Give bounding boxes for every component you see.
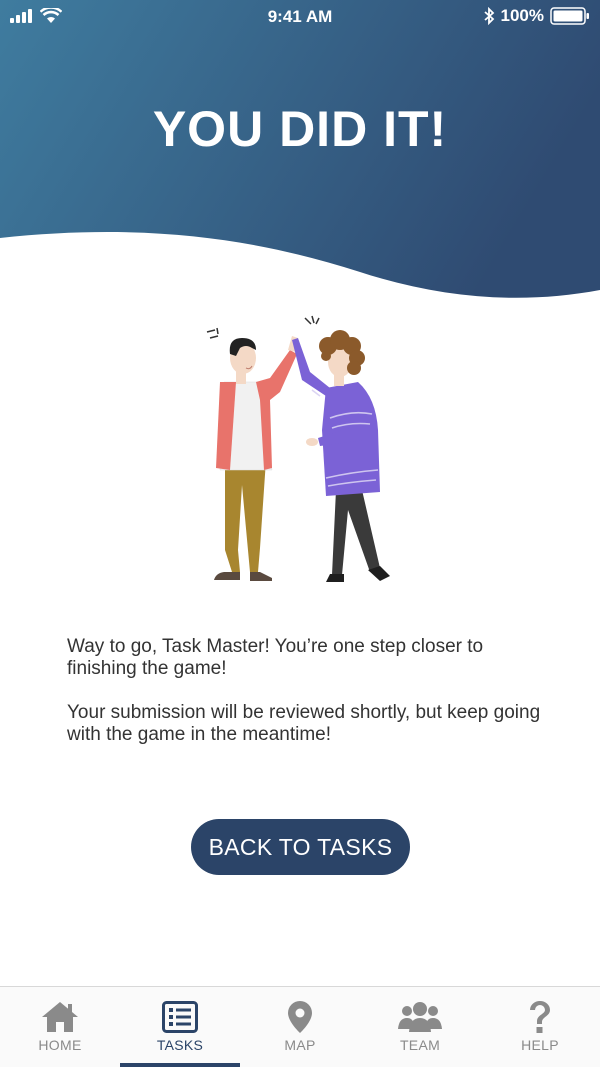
tab-team-label: TEAM bbox=[399, 1037, 441, 1053]
tab-home[interactable]: HOME bbox=[0, 987, 120, 1067]
help-question-icon bbox=[530, 1001, 550, 1033]
map-pin-icon bbox=[288, 1001, 312, 1033]
tab-tasks-label: TASKS bbox=[156, 1037, 204, 1053]
bluetooth-icon bbox=[483, 7, 494, 25]
success-message: Way to go, Task Master! You’re one step … bbox=[67, 636, 484, 679]
tab-map-label: MAP bbox=[284, 1037, 316, 1053]
home-icon bbox=[42, 1002, 78, 1032]
tab-help-label: HELP bbox=[521, 1037, 559, 1053]
tab-help[interactable]: HELP bbox=[480, 987, 600, 1067]
tab-tasks[interactable]: TASKS bbox=[120, 987, 240, 1067]
tab-home-label: HOME bbox=[38, 1037, 82, 1053]
bottom-tab-bar: HOME TASKS MAP TEAM HELP bbox=[0, 986, 600, 1067]
status-bar: 9:41 AM 100% bbox=[0, 0, 600, 34]
active-tab-indicator bbox=[120, 1063, 240, 1067]
tab-map[interactable]: MAP bbox=[240, 987, 360, 1067]
tasks-list-icon bbox=[162, 1001, 198, 1033]
review-message: Your submission will be reviewed shortly… bbox=[67, 702, 541, 745]
team-icon bbox=[398, 1002, 442, 1032]
tab-team[interactable]: TEAM bbox=[360, 987, 480, 1067]
celebration-marks bbox=[206, 315, 320, 339]
battery-percent: 100% bbox=[500, 6, 544, 25]
page-title: YOU DID IT! bbox=[152, 101, 448, 157]
back-to-tasks-button[interactable]: BACK TO TASKS bbox=[191, 819, 410, 875]
person-right bbox=[292, 330, 390, 582]
high-five-illustration bbox=[206, 315, 390, 582]
battery-icon bbox=[550, 7, 589, 25]
person-left bbox=[214, 336, 298, 581]
